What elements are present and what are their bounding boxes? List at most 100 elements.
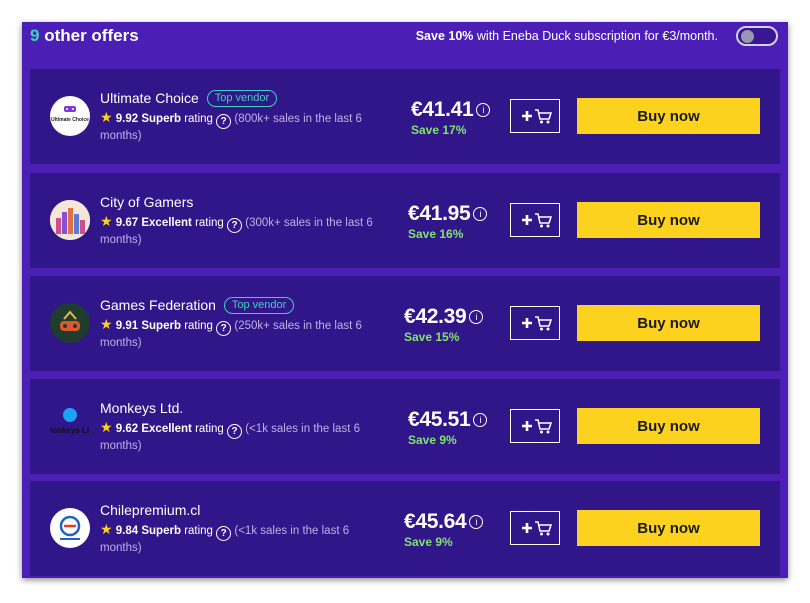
- buy-now-button[interactable]: Buy now: [577, 510, 760, 546]
- save-percent: Save 16%: [408, 227, 464, 241]
- save-percent: Save 9%: [404, 535, 453, 549]
- question-icon[interactable]: ?: [216, 526, 232, 541]
- rating-label: rating: [195, 423, 224, 435]
- add-to-cart-button[interactable]: [510, 99, 560, 133]
- seller-rating: ★ 9.67 Excellent rating ? (300k+ sales i…: [100, 214, 390, 248]
- add-to-cart-button[interactable]: [510, 511, 560, 545]
- save-percent: Save 15%: [404, 330, 460, 344]
- offers-title: 9 other offers: [30, 26, 139, 46]
- question-icon[interactable]: ?: [227, 424, 243, 439]
- seller-rating: ★ 9.91 Superb rating ? (250k+ sales in t…: [100, 317, 390, 351]
- add-to-cart-button[interactable]: [510, 306, 560, 340]
- seller-name-text[interactable]: City of Gamers: [100, 194, 193, 210]
- subscription-promo-bold: Save 10%: [415, 29, 474, 43]
- star-icon: ★: [100, 521, 113, 537]
- price-block: €42.39 i Save 15%: [404, 305, 504, 344]
- seller-name[interactable]: City of Gamers: [100, 194, 193, 210]
- sales-count: (800k+ sales in the last 6 months): [100, 113, 362, 142]
- info-icon[interactable]: i: [473, 207, 488, 221]
- top-vendor-badge: Top vendor: [206, 90, 278, 107]
- info-icon[interactable]: i: [473, 413, 488, 427]
- buy-now-button[interactable]: Buy now: [577, 98, 760, 134]
- sales-count: (250k+ sales in the last 6 months): [100, 320, 362, 349]
- rating-word: Superb: [141, 525, 181, 537]
- offer-price: €45.64: [404, 510, 467, 533]
- question-icon[interactable]: ?: [216, 321, 232, 336]
- rating-label: rating: [184, 320, 213, 332]
- top-vendor-badge: Top vendor: [223, 297, 295, 314]
- logo-text: Monkeys Ltd: [50, 426, 90, 435]
- question-icon[interactable]: ?: [227, 218, 243, 233]
- seller-name[interactable]: Chilepremium.cl: [100, 502, 200, 518]
- seller-name-text[interactable]: Monkeys Ltd.: [100, 400, 183, 416]
- subscription-toggle[interactable]: [736, 26, 778, 46]
- seller-rating: ★ 9.62 Excellent rating ? (<1k sales in …: [100, 420, 390, 454]
- offer-price: €42.39: [404, 305, 467, 328]
- seller-rating: ★ 9.84 Superb rating ? (<1k sales in the…: [100, 522, 390, 556]
- city-of-gamers-logo-icon: [50, 200, 90, 240]
- seller-name[interactable]: Games Federation Top vendor: [100, 297, 295, 314]
- info-icon[interactable]: i: [469, 310, 484, 324]
- offers-count: 9: [30, 26, 40, 45]
- seller-logo[interactable]: Ultimate Choice: [50, 96, 90, 136]
- rating-score: 9.62: [115, 423, 139, 435]
- seller-logo[interactable]: Monkeys Ltd: [50, 406, 90, 446]
- add-to-cart-button[interactable]: [510, 203, 560, 237]
- add-to-cart-icon: [522, 213, 552, 228]
- rating-score: 9.84: [115, 525, 139, 537]
- other-offers-panel: 9 other offers Save 10% with Eneba Duck …: [22, 22, 788, 578]
- offer-price: €41.41: [411, 98, 474, 121]
- offer-row: City of Gamers ★ 9.67 Excellent rating ?…: [30, 173, 780, 268]
- seller-name-text[interactable]: Games Federation: [100, 297, 216, 313]
- info-icon[interactable]: i: [469, 515, 484, 529]
- games-federation-logo-icon: [51, 304, 89, 342]
- chilepremium-logo-icon: [59, 515, 81, 540]
- seller-logo[interactable]: [50, 303, 90, 343]
- rating-label: rating: [195, 217, 224, 229]
- monkeys-ltd-logo-icon: Monkeys Ltd: [50, 408, 90, 435]
- offers-title-text: other offers: [44, 26, 139, 45]
- seller-name[interactable]: Monkeys Ltd.: [100, 400, 183, 416]
- star-icon: ★: [100, 419, 113, 435]
- star-icon: ★: [100, 213, 113, 229]
- add-to-cart-icon: [522, 316, 552, 331]
- logo-text: Ultimate Choice: [51, 117, 89, 123]
- buy-now-button[interactable]: Buy now: [577, 305, 760, 341]
- star-icon: ★: [100, 316, 113, 332]
- rating-word: Superb: [141, 320, 181, 332]
- rating-score: 9.67: [115, 217, 139, 229]
- seller-name-text[interactable]: Chilepremium.cl: [100, 502, 200, 518]
- price-block: €45.64 i Save 9%: [404, 510, 504, 549]
- rating-label: rating: [184, 525, 213, 537]
- rating-word: Excellent: [141, 217, 192, 229]
- ultimate-choice-logo-icon: Ultimate Choice: [51, 106, 89, 123]
- buy-now-button[interactable]: Buy now: [577, 408, 760, 444]
- price-block: €41.41 i Save 17%: [411, 98, 511, 137]
- offer-price: €45.51: [408, 408, 471, 431]
- save-percent: Save 17%: [411, 123, 467, 137]
- rating-word: Superb: [141, 113, 181, 125]
- offer-row: Ultimate Choice Ultimate Choice Top vend…: [30, 69, 780, 164]
- add-to-cart-icon: [522, 109, 552, 124]
- question-icon[interactable]: ?: [216, 114, 232, 129]
- seller-logo[interactable]: [50, 508, 90, 548]
- rating-word: Excellent: [141, 423, 192, 435]
- add-to-cart-icon: [522, 521, 552, 536]
- buy-now-button[interactable]: Buy now: [577, 202, 760, 238]
- rating-score: 9.91: [115, 320, 139, 332]
- price-block: €41.95 i Save 16%: [408, 202, 508, 241]
- seller-logo[interactable]: [50, 200, 90, 240]
- info-icon[interactable]: i: [476, 103, 491, 117]
- add-to-cart-button[interactable]: [510, 409, 560, 443]
- offer-row: Monkeys Ltd Monkeys Ltd. ★ 9.62 Excellen…: [30, 379, 780, 474]
- offer-row: Games Federation Top vendor ★ 9.91 Super…: [30, 276, 780, 371]
- offer-row: Chilepremium.cl ★ 9.84 Superb rating ? (…: [30, 481, 780, 576]
- price-block: €45.51 i Save 9%: [408, 408, 508, 447]
- subscription-promo: Save 10% with Eneba Duck subscription fo…: [416, 29, 718, 43]
- subscription-promo-text: with Eneba Duck subscription for €3/mont…: [476, 29, 718, 43]
- save-percent: Save 9%: [408, 433, 457, 447]
- seller-name-text[interactable]: Ultimate Choice: [100, 90, 199, 106]
- offers-header: 9 other offers Save 10% with Eneba Duck …: [22, 22, 788, 62]
- rating-label: rating: [184, 113, 213, 125]
- seller-name[interactable]: Ultimate Choice Top vendor: [100, 90, 278, 107]
